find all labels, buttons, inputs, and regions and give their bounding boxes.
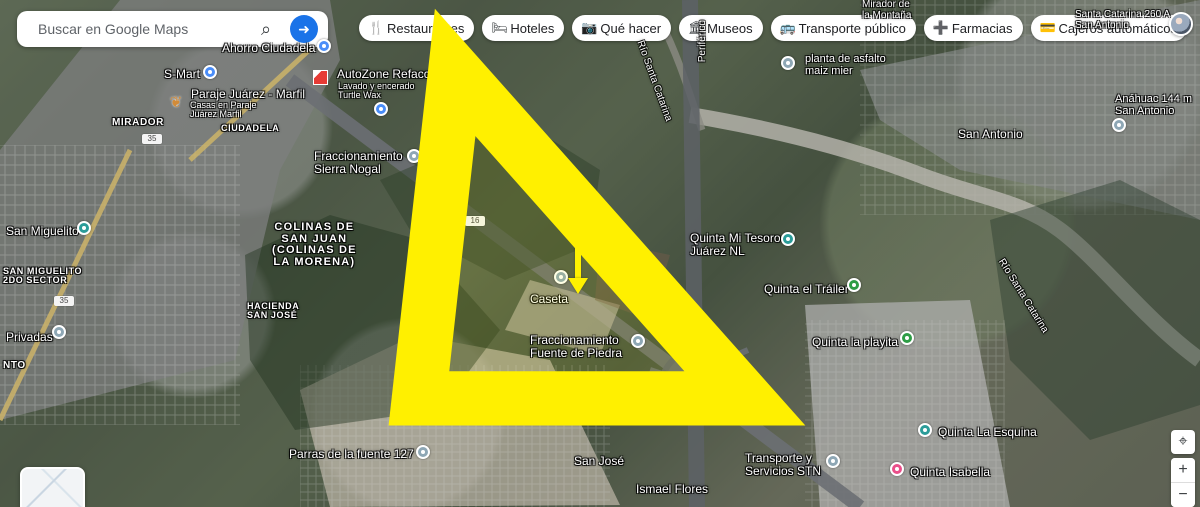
place-transporte-stn[interactable]: Transporte y Servicios STN (745, 452, 821, 477)
place-quinta-esquina[interactable]: Quinta La Esquina (938, 426, 1037, 439)
place-quinta-trailer[interactable]: Quinta el Tráiler (764, 283, 849, 296)
place-pin-icon[interactable] (781, 56, 795, 70)
place-fuente-de-piedra[interactable]: Fraccionamiento Fuente de Piedra (530, 334, 622, 359)
park-pin-icon[interactable] (900, 331, 914, 345)
place-pin-icon[interactable] (826, 454, 840, 468)
place-mirador-montana: Mirador de la Montaña (862, 0, 912, 21)
place-san-antonio: San Antonio (958, 127, 1023, 141)
map-controls: ⌖ + − (1171, 430, 1195, 507)
place-quinta-isabella[interactable]: Quinta Isabella (910, 466, 990, 479)
place-quinta-playita[interactable]: Quinta la playita (812, 336, 898, 349)
minus-icon[interactable]: − (1171, 483, 1195, 507)
place-pin-icon[interactable] (631, 334, 645, 348)
place-pin-icon[interactable] (1112, 118, 1126, 132)
plus-icon[interactable]: + (1171, 458, 1195, 482)
landmark-pin-icon[interactable] (918, 423, 932, 437)
place-ismael-flores: Ismael Flores (636, 482, 709, 496)
landmark-pin-icon[interactable] (781, 232, 795, 246)
park-pin-icon[interactable] (847, 278, 861, 292)
satellite-map[interactable]: ⌕ ➜ 🍴 Restaurantes 🛏 Hoteles 📷 Qué hacer… (0, 0, 1200, 507)
place-pin-icon[interactable] (416, 445, 430, 459)
place-parras-fuente[interactable]: Parras de la fuente 127 (289, 448, 414, 461)
hotel-pin-icon[interactable] (890, 462, 904, 476)
place-san-jose: San José (574, 454, 625, 468)
map-layer-thumbnail[interactable] (20, 467, 85, 507)
place-quinta-tesoro[interactable]: Quinta Mi Tesoro Juárez NL (690, 232, 781, 257)
place-planta-asfalto[interactable]: planta de asfalto maiz mier (805, 53, 886, 77)
place-anahuac[interactable]: Anáhuac 144 m San Antonio (1115, 93, 1192, 117)
zoom-controls: + − (1171, 458, 1195, 507)
place-santa-catarina[interactable]: Santa Catarina 260 A San Antonio (1075, 9, 1170, 31)
my-location-icon[interactable]: ⌖ (1171, 430, 1195, 454)
periferico-label: Periférico (696, 20, 708, 63)
